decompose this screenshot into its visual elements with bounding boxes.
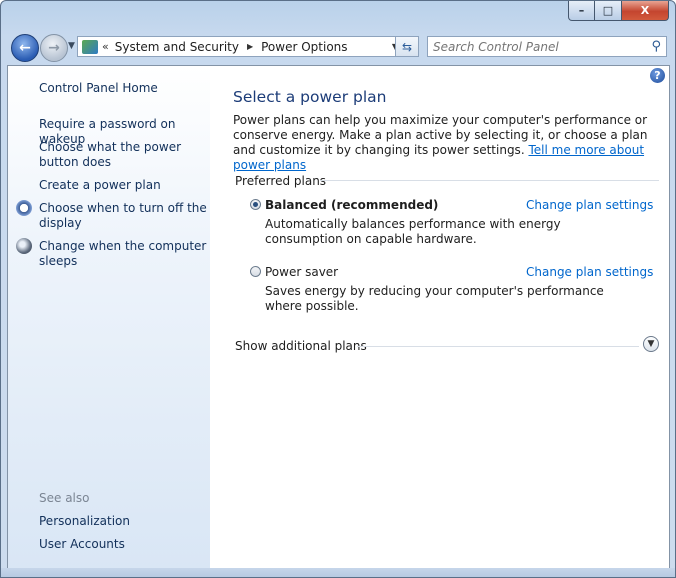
sidebar-turn-off-display[interactable]: Choose when to turn off the display	[39, 201, 209, 231]
breadcrumb-power-options[interactable]: Power Options	[261, 40, 347, 54]
refresh-button[interactable]: ⇆	[395, 36, 419, 57]
search-box[interactable]: ⚲	[427, 36, 667, 57]
plan-balanced-radio[interactable]	[250, 199, 261, 210]
change-plan-settings-link[interactable]: Change plan settings	[526, 198, 653, 212]
minimize-button[interactable]: –	[568, 1, 595, 21]
content-area: Control Panel Home Require a password on…	[7, 65, 670, 570]
additional-plans-divider	[357, 346, 639, 347]
plan-name[interactable]: Power saver	[265, 265, 338, 279]
sidebar-computer-sleeps[interactable]: Change when the computer sleeps	[39, 239, 209, 269]
control-panel-icon	[82, 39, 98, 54]
intro-text: Power plans can help you maximize your c…	[233, 113, 653, 173]
forward-button[interactable]: →	[40, 34, 68, 62]
main-panel: ? Select a power plan Power plans can he…	[210, 66, 669, 569]
page-title: Select a power plan	[233, 88, 387, 106]
plan-power-saver-radio[interactable]	[250, 266, 261, 277]
help-icon[interactable]: ?	[650, 68, 665, 83]
maximize-button[interactable]: □	[595, 1, 622, 21]
sleep-moon-icon	[16, 238, 32, 254]
back-button[interactable]: ←	[11, 34, 39, 62]
recent-pages-dropdown[interactable]: ▼	[68, 41, 75, 51]
see-also-user-accounts[interactable]: User Accounts	[39, 537, 209, 552]
sidebar-power-button[interactable]: Choose what the power button does	[39, 140, 209, 170]
see-also-personalization[interactable]: Personalization	[39, 514, 209, 529]
sidebar-control-panel-home[interactable]: Control Panel Home	[39, 81, 158, 95]
search-input[interactable]	[428, 38, 645, 55]
search-icon[interactable]: ⚲	[651, 39, 661, 54]
plan-description: Saves energy by reducing your computer's…	[265, 284, 604, 313]
caption-buttons: – □ X	[568, 1, 669, 21]
close-button[interactable]: X	[622, 1, 669, 21]
breadcrumb-system-and-security[interactable]: System and Security	[115, 40, 239, 54]
show-additional-plans-label[interactable]: Show additional plans	[235, 339, 367, 353]
change-plan-settings-link[interactable]: Change plan settings	[526, 265, 653, 279]
plan-description: Automatically balances performance with …	[265, 217, 561, 246]
window-bottom-border	[1, 568, 675, 577]
address-bar[interactable]: « System and Security ▶ Power Options ▼	[77, 36, 403, 57]
sidebar-create-plan[interactable]: Create a power plan	[39, 178, 209, 193]
group-divider	[320, 180, 659, 181]
navigation-bar: ← → ▼ « System and Security ▶ Power Opti…	[7, 31, 671, 63]
display-timer-icon	[16, 200, 32, 216]
preferred-plans-heading: Preferred plans	[235, 174, 327, 188]
sidebar: Control Panel Home Require a password on…	[8, 66, 210, 569]
window-frame: – □ X ← → ▼ « System and Security ▶ Powe…	[0, 0, 676, 578]
breadcrumb-arrow-icon[interactable]: ▶	[247, 42, 253, 51]
plan-name[interactable]: Balanced (recommended)	[265, 198, 438, 212]
see-also-heading: See also	[39, 491, 90, 505]
breadcrumb-overflow[interactable]: «	[102, 40, 109, 53]
expand-chevron-icon[interactable]: ▼	[643, 336, 659, 352]
